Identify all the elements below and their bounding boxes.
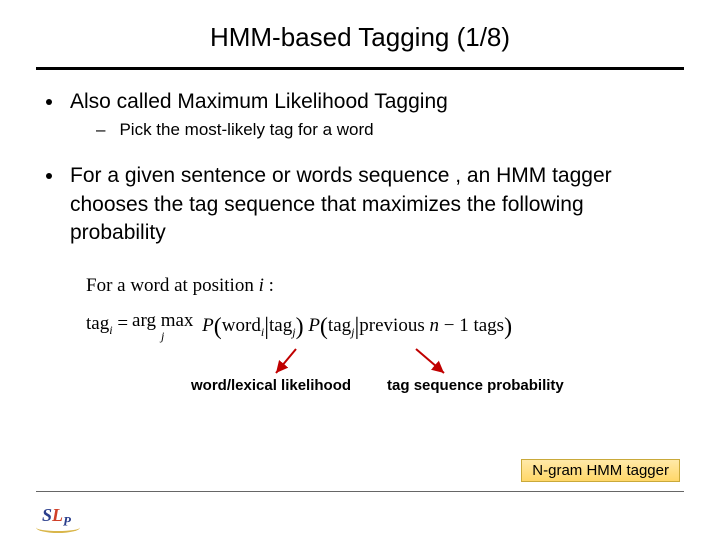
slide-title: HMM-based Tagging (1/8) bbox=[0, 0, 720, 67]
bullet-dot-icon bbox=[46, 173, 52, 179]
logo-p: P bbox=[63, 514, 71, 529]
bullet-2: For a given sentence or words sequence ,… bbox=[36, 162, 684, 247]
eq-intro-colon: : bbox=[269, 275, 274, 296]
eq-lhs: tagi = bbox=[86, 305, 128, 338]
equation-row: tagi = arg max j P(wordi|tagj) P(tagj|pr… bbox=[86, 305, 684, 343]
bullet-1-sub-text: Pick the most-likely tag for a word bbox=[119, 120, 373, 140]
logo-l: L bbox=[52, 505, 63, 525]
bullet-1: Also called Maximum Likelihood Tagging bbox=[36, 88, 684, 116]
bullet-1-sub: – Pick the most-likely tag for a word bbox=[96, 120, 684, 140]
eq-factor-2: P(tagj|previous n − 1 tags) bbox=[304, 305, 513, 343]
arrow-row bbox=[86, 347, 684, 377]
equation-block: For a word at position i : tagi = arg ma… bbox=[86, 273, 684, 343]
eq-factor-1: P(wordi|tagj) bbox=[197, 305, 303, 343]
arrows-svg bbox=[176, 347, 596, 381]
eq-intro-text: For a word at position bbox=[86, 275, 254, 296]
ngram-hmm-box: N-gram HMM tagger bbox=[521, 459, 680, 482]
bullet-1-prefix: Also called bbox=[70, 90, 177, 113]
footer-logo: SLP bbox=[42, 505, 71, 530]
logo-s: S bbox=[42, 505, 52, 525]
eq-argmax-sub: j bbox=[161, 330, 164, 342]
bullet-2-text: For a given sentence or words sequence ,… bbox=[70, 162, 684, 247]
dash-icon: – bbox=[96, 120, 105, 140]
bullet-1-emph: Maximum Likelihood Tagging bbox=[177, 90, 447, 113]
eq-intro-var: i bbox=[259, 275, 269, 296]
equation-intro: For a word at position i : bbox=[86, 273, 684, 299]
footer-divider bbox=[36, 491, 684, 492]
eq-argmax: arg max j bbox=[132, 305, 193, 342]
bullet-1-text: Also called Maximum Likelihood Tagging bbox=[70, 88, 448, 116]
bullet-dot-icon bbox=[46, 99, 52, 105]
eq-argmax-top: arg max bbox=[132, 311, 193, 330]
